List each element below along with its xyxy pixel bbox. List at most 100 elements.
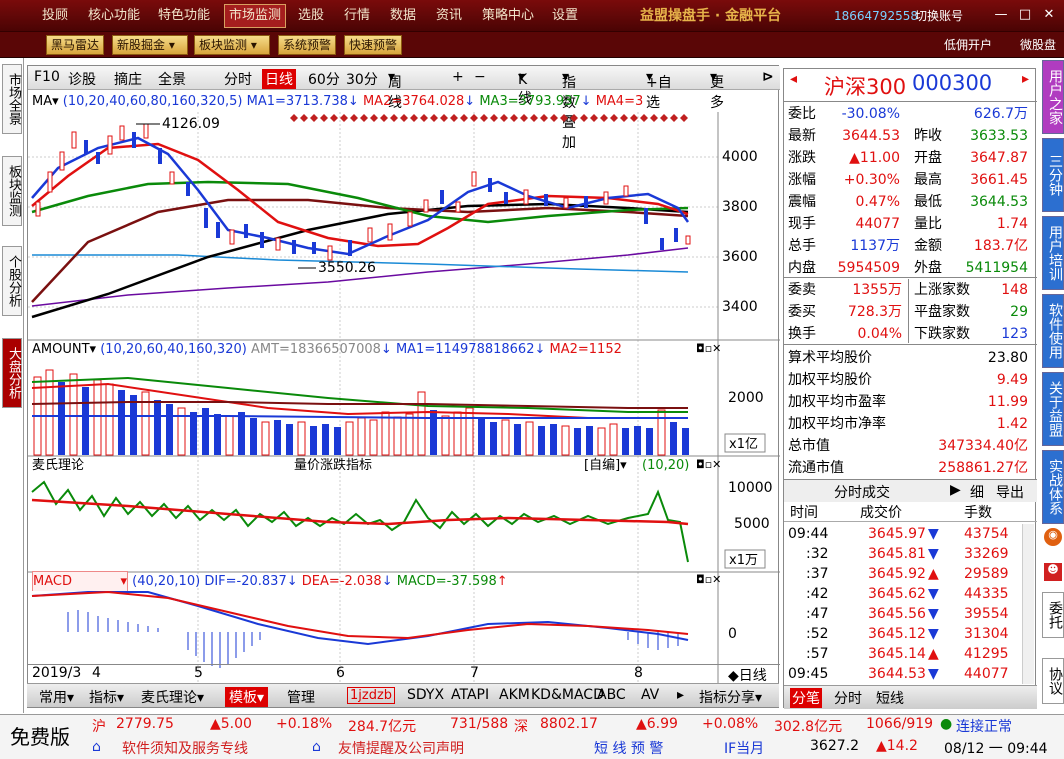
tab-30min[interactable]: 30分 — [346, 69, 378, 89]
date-tick-8: 8 — [634, 665, 643, 681]
tab-intraday[interactable]: 分时 — [224, 69, 252, 89]
diagnose-button[interactable]: 诊股 — [68, 69, 96, 89]
trade-scrollbar[interactable] — [1022, 524, 1034, 684]
sector-monitor-button[interactable]: 板块监测 ▾ — [194, 35, 270, 55]
panorama-button[interactable]: 全景 — [158, 69, 186, 89]
tab-software-usage[interactable]: 软件使用 — [1042, 294, 1064, 368]
menu-item-core[interactable]: 核心功能 — [88, 0, 140, 32]
tab-common[interactable]: 常用▾ — [39, 687, 74, 707]
zoom-in-button[interactable]: + — [452, 69, 464, 85]
quick-alert-button[interactable]: 快速预警 — [344, 35, 403, 55]
collapse-panel-icon[interactable]: ⊳ — [762, 69, 774, 85]
tab-atapi[interactable]: ATAPI — [451, 687, 489, 703]
tab-stock-analysis[interactable]: 个股分析 — [2, 246, 22, 316]
amount-label[interactable]: AMOUNT▾ — [32, 342, 96, 357]
trade-time: 09:44 — [788, 526, 829, 542]
notice-statement-link[interactable]: 友情提醒及公司声明 — [338, 738, 464, 758]
panel-controls-icon[interactable]: ◘▫✕ — [696, 342, 721, 355]
quote-label: 委比 — [788, 106, 816, 122]
prev-icon[interactable]: ◂ — [790, 71, 797, 87]
close-icon[interactable]: ✕ — [1040, 6, 1058, 24]
tab-short-term[interactable]: 短线 — [876, 688, 904, 708]
minimize-icon[interactable]: — — [992, 6, 1010, 24]
quote-value: ▲11.00 — [849, 150, 900, 166]
tab-indicator[interactable]: 指标▾ — [89, 687, 124, 707]
stat-value: 9.49 — [996, 372, 1028, 388]
detail-button[interactable]: 细 — [970, 482, 984, 502]
tab-user-home[interactable]: 用户之家 — [1042, 60, 1064, 134]
sz-value: 8802.17 — [540, 716, 598, 732]
sz-label: 深 — [514, 719, 528, 735]
mai-label[interactable]: 麦氏理论 — [32, 458, 84, 473]
zoom-out-button[interactable]: − — [474, 69, 486, 85]
f10-button[interactable]: F10 — [34, 69, 60, 85]
tab-weekly[interactable]: 周线 ▾ — [388, 69, 402, 111]
alert-icon[interactable]: ◉ — [1044, 528, 1062, 546]
maximize-icon[interactable]: □ — [1016, 6, 1034, 24]
tab-manage[interactable]: 管理 — [287, 687, 315, 707]
tab-user-training[interactable]: 用户培训 — [1042, 216, 1064, 290]
if-change: ▲14.2 — [876, 738, 918, 754]
kline-type-button[interactable]: K线 ▾ — [518, 69, 532, 107]
dark-horse-radar-button[interactable]: 黑马雷达 — [46, 35, 105, 55]
tab-1jzdzb[interactable]: 1jzdzb — [347, 687, 396, 704]
more-button[interactable]: 更多 ▾ — [710, 69, 724, 111]
tab-entrust[interactable]: 委托 — [1042, 592, 1064, 638]
switch-account-link[interactable]: 切换账号 — [915, 0, 963, 32]
ma-label[interactable]: MA▾ — [32, 94, 59, 109]
index-overlay-button[interactable]: 指数叠加 ▾ — [562, 69, 576, 151]
notice-service-link[interactable]: 软件须知及服务专线 — [122, 738, 248, 758]
tab-about-yimeng[interactable]: 关于益盟 — [1042, 372, 1064, 446]
play-icon[interactable]: ▶ — [950, 482, 961, 498]
tab-daily[interactable]: 日线 — [262, 69, 296, 89]
zhaizhuang-button[interactable]: 摘庄 — [114, 69, 142, 89]
period-mode-label[interactable]: ◆日线 — [728, 665, 767, 685]
if-label: IF当月 — [724, 741, 765, 757]
menu-item-news[interactable]: 资讯 — [436, 0, 462, 32]
tab-indicator-share[interactable]: 指标分享▾ — [699, 687, 762, 707]
menu-item-strategy[interactable]: 策略中心 — [482, 0, 534, 32]
short-warning-link[interactable]: 短 线 预 警 — [594, 738, 663, 758]
menu-item-data[interactable]: 数据 — [390, 0, 416, 32]
menu-item-feature[interactable]: 特色功能 — [158, 0, 210, 32]
menu-item-quote[interactable]: 行情 — [344, 0, 370, 32]
menu-item-market-monitor[interactable]: 市场监测 — [224, 4, 287, 28]
tab-abc[interactable]: ABC — [597, 687, 626, 703]
trade-price: 3645.12 — [868, 626, 926, 642]
next-icon[interactable]: ▸ — [1022, 71, 1029, 87]
system-alert-button[interactable]: 系统预警 — [278, 35, 337, 55]
low-fee-account-link[interactable]: 低佣开户 — [944, 36, 992, 53]
panel-controls-icon[interactable]: ◘▫✕ — [696, 458, 721, 471]
user-icon[interactable]: ☻ — [1044, 563, 1062, 581]
quote-label: 换手 — [788, 326, 816, 342]
tab-sector-monitor[interactable]: 板块监测 — [2, 156, 22, 226]
micro-disk-link[interactable]: 微股盘 — [1020, 36, 1056, 53]
menu-item-settings[interactable]: 设置 — [552, 0, 578, 32]
menu-item-touguu[interactable]: 投顾 — [42, 0, 68, 32]
menu-item-select-stock[interactable]: 选股 — [298, 0, 324, 32]
tab-market-panorama[interactable]: 市场全景 — [2, 64, 22, 134]
mai-mode-select[interactable]: [自编]▾ — [584, 456, 627, 476]
tab-sdyx[interactable]: SDYX — [407, 687, 444, 703]
tab-agreement[interactable]: 协议 — [1042, 658, 1064, 704]
macd-select[interactable]: MACD ▾ — [32, 571, 128, 591]
tab-template[interactable]: 模板▾ — [225, 687, 269, 707]
ipo-button[interactable]: 新股掘金 ▾ — [112, 35, 188, 55]
add-watchlist-button[interactable]: +自选 ▾ — [646, 69, 672, 111]
tab-three-minutes[interactable]: 三分钟 — [1042, 138, 1064, 212]
tab-intraday-trades[interactable]: 分时 — [834, 688, 862, 708]
tab-akm[interactable]: AKM — [499, 687, 530, 703]
tab-kd-macd[interactable]: KD&MACD — [531, 687, 604, 703]
low-annotation: 3550.26 — [318, 260, 376, 276]
tab-practice-system[interactable]: 实战体系 — [1042, 450, 1064, 524]
panel-controls-icon[interactable]: ◘▫✕ — [696, 573, 721, 586]
tab-60min[interactable]: 60分 — [308, 69, 340, 89]
export-button[interactable]: 导出 — [996, 482, 1024, 502]
scroll-arrow-icon[interactable]: ▸ — [677, 687, 684, 703]
tab-mai-theory[interactable]: 麦氏理论▾ — [141, 687, 204, 707]
amount-params: (10,20,60,40,160,320) — [100, 342, 247, 357]
quote-row: 震幅 0.47% 最低 3644.53 — [788, 191, 1034, 213]
tab-index-analysis[interactable]: 大盘分析 — [2, 338, 22, 408]
tab-ticks[interactable]: 分笔 — [790, 688, 822, 708]
tab-av[interactable]: AV — [641, 687, 659, 703]
